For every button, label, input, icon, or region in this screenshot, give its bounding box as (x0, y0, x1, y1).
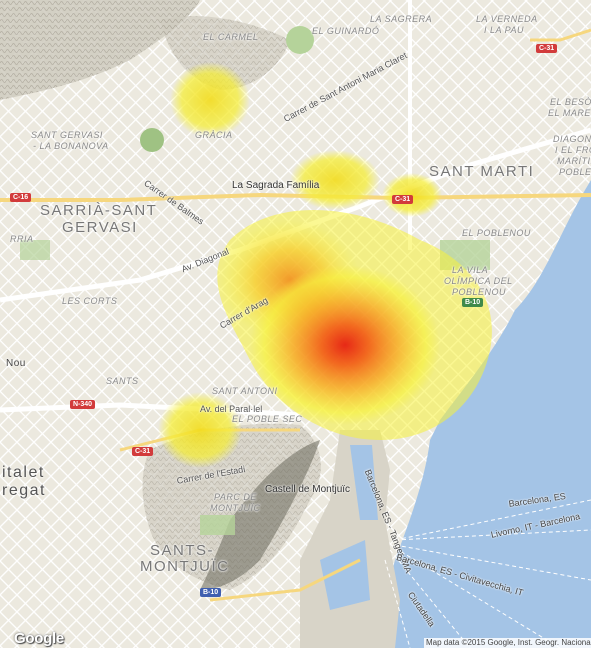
map-base-layer (0, 0, 591, 648)
hood-label-vila-olimpica-3: POBLENOU (452, 287, 507, 297)
map-canvas[interactable]: SANT MARTI SARRIÀ-SANT GERVASI SANTS- MO… (0, 0, 591, 648)
hood-label-vila-olimpica-1: LA VILA (452, 265, 489, 275)
hood-label-la-sagrera: LA SAGRERA (370, 14, 433, 24)
district-label-sants-line2: MONTJUÏC (140, 558, 230, 575)
hood-label-sant-gervasi-1: SANT GERVASI (31, 130, 103, 140)
map-attribution[interactable]: Map data ©2015 Google, Inst. Geogr. Naci… (424, 638, 591, 648)
hood-label-el-besos-2: EL MARES (548, 108, 591, 118)
district-label-sants-line1: SANTS- (150, 542, 215, 559)
road-shield-b10-south: B-10 (200, 588, 222, 597)
hood-label-el-poble-sec: EL POBLE SEC (232, 414, 303, 424)
hood-label-el-guinardo: EL GUINARDÓ (312, 26, 380, 36)
hood-label-la-verneda-2: I LA PAU (484, 25, 525, 35)
street-label-parallel: Av. del Paral·lel (200, 404, 263, 414)
hood-label-diagonal-mar-4: POBLE (559, 167, 591, 177)
poi-label-sagrada-familia[interactable]: La Sagrada Família (232, 180, 319, 191)
hood-label-la-verneda-1: LA VERNEDA (476, 14, 538, 24)
hood-label-el-besos-1: EL BESÒ (550, 97, 591, 107)
hood-label-sant-antoni: SANT ANTONI (212, 386, 278, 396)
google-logo[interactable]: Google (14, 630, 64, 647)
hood-label-gracia: GRÀCIA (195, 130, 233, 140)
district-label-llobregat-line2: regat (2, 482, 46, 499)
poi-label-castell-montjuic[interactable]: Castell de Montjuïc (265, 484, 350, 495)
heat-spot-core (250, 265, 440, 425)
hood-label-parc-montjuic-2: MONTJUÏC (210, 503, 261, 513)
hood-label-nou: Nou (6, 358, 26, 369)
hood-label-diagonal-mar-3: MARÍTIM (557, 156, 591, 166)
hood-label-diagonal-mar-1: DIAGONA (553, 134, 591, 144)
road-shield-c31-mid: C-31 (392, 195, 414, 204)
district-label-sarria-line1: SARRIÀ-SANT (40, 202, 158, 219)
district-label-llobregat-line1: italet (2, 464, 45, 481)
district-label-sant-marti: SANT MARTI (429, 163, 535, 180)
hood-label-sants: SANTS (106, 376, 139, 386)
heat-spot-gracia (170, 62, 250, 138)
hood-label-vila-olimpica-2: OLÍMPICA DEL (444, 276, 513, 286)
road-shield-c31-top: C-31 (536, 44, 558, 53)
hood-label-parc-montjuic-1: PARC DE (214, 492, 257, 502)
district-label-sarria-line2: GERVASI (62, 219, 138, 236)
hood-label-sant-gervasi-2: - LA BONANOVA (33, 141, 109, 151)
road-shield-n340: N-340 (70, 400, 96, 409)
hood-label-el-carmel: EL CARMEL (203, 32, 259, 42)
hood-label-diagonal-mar-2: I EL FRO (555, 145, 591, 155)
road-shield-b10-east: B-10 (462, 298, 484, 307)
hood-label-el-poblenou: EL POBLENOU (462, 228, 531, 238)
hood-label-les-corts: LES CORTS (62, 296, 118, 306)
road-shield-c16: C-16 (10, 193, 32, 202)
road-shield-c31-sw: C-31 (132, 447, 154, 456)
hood-label-rria: RRIA (10, 234, 34, 244)
